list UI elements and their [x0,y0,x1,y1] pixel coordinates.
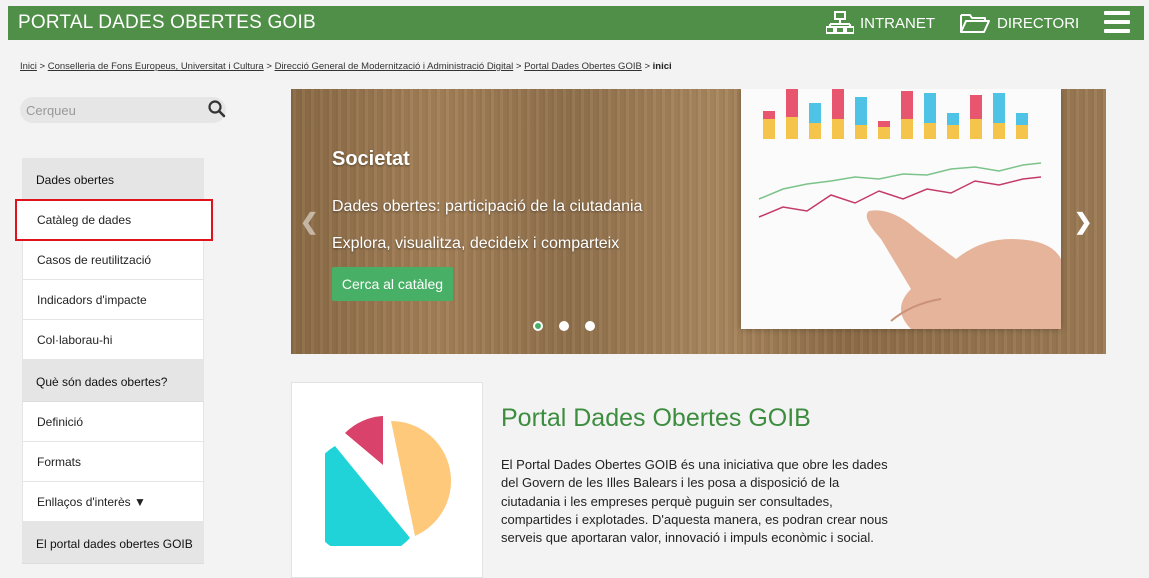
chevron-left-icon[interactable]: ❮ [300,209,318,235]
hero-subtitle: Explora, visualitza, decideix i comparte… [332,235,620,252]
intranet-label: INTRANET [860,14,935,32]
directori-link[interactable]: DIRECTORI [959,6,1079,40]
top-header: PORTAL DADES OBERTES GOIB INTRANET DIREC… [8,6,1144,40]
search-input[interactable] [26,100,196,120]
hand-graphic [866,210,1061,329]
sidebar-menu: Dades obertes Catàleg de dades Casos de … [15,158,213,564]
breadcrumb-link[interactable]: Inici [20,61,37,72]
breadcrumb-link[interactable]: Direcció General de Modernització i Admi… [275,61,514,72]
sidebar-item-indicadors[interactable]: Indicadors d'impacte [22,280,204,320]
network-icon [826,11,854,34]
sidebar-item-enllacos[interactable]: Enllaços d'interès ▼ [22,482,204,522]
menu-icon[interactable] [1104,11,1130,35]
carousel-dot[interactable] [559,321,569,331]
pie-card [291,382,483,578]
carousel-indicators [533,321,595,331]
hero-heading: Societat [332,148,410,170]
pie-chart-icon [325,416,452,546]
sidebar-item-cataleg[interactable]: Catàleg de dades [15,199,213,241]
line-graphic [758,162,1042,218]
breadcrumb-link[interactable]: Portal Dades Obertes GOIB [524,61,642,72]
intro-title: Portal Dades Obertes GOIB [501,404,811,432]
breadcrumb: Inici > Conselleria de Fons Europeus, Un… [20,61,672,72]
directori-label: DIRECTORI [997,14,1080,32]
breadcrumb-current: inici [652,61,672,72]
sidebar-heading[interactable]: El portal dades obertes GOIB [22,522,204,564]
carousel-dot[interactable] [533,321,543,331]
bar-graphic [763,89,1028,139]
hero-subtitle: Dades obertes: participació de la ciutad… [332,198,643,215]
carousel-dot[interactable] [585,321,595,331]
intranet-link[interactable]: INTRANET [826,6,935,40]
search-box [20,97,226,123]
sidebar-item-casos[interactable]: Casos de reutilització [22,240,204,280]
hero-image [741,89,1061,329]
hero-carousel: Societat Dades obertes: participació de … [291,89,1106,354]
portal-title[interactable]: PORTAL DADES OBERTES GOIB [18,12,316,34]
sidebar-heading[interactable]: Dades obertes [22,158,204,200]
breadcrumb-link[interactable]: Conselleria de Fons Europeus, Universita… [48,61,264,72]
sidebar-item-definicio[interactable]: Definició [22,402,204,442]
search-icon[interactable] [208,100,226,118]
cerca-cataleg-button[interactable]: Cerca al catàleg [332,267,453,301]
intro-description: El Portal Dades Obertes GOIB és una inic… [501,457,888,546]
sidebar-item-formats[interactable]: Formats [22,442,204,482]
sidebar-heading[interactable]: Què són dades obertes? [22,360,204,402]
sidebar-item-collaborau[interactable]: Col·laborau-hi [22,320,204,360]
chevron-right-icon[interactable]: ❯ [1074,209,1092,235]
folder-icon [960,14,990,33]
